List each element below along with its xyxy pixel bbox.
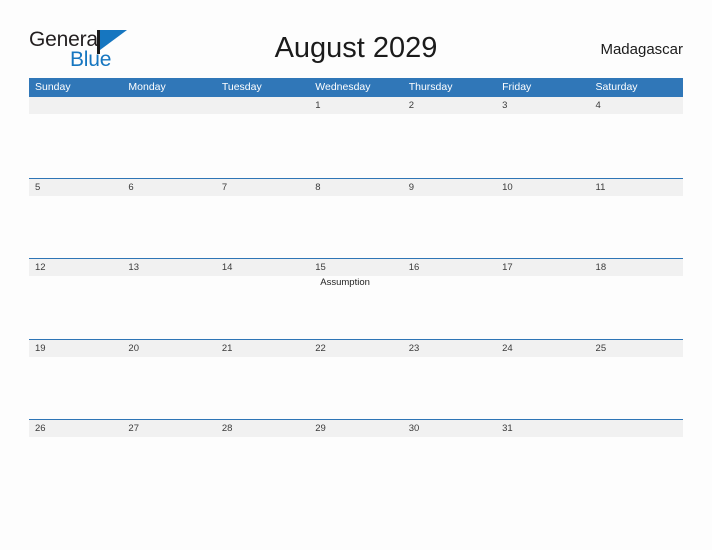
weekday-header-tuesday: Tuesday (221, 81, 262, 93)
calendar-week-row: 12 13 14 15 Assumption 16 17 18 (29, 258, 683, 339)
day-cell-empty (122, 97, 215, 178)
day-number: 7 (221, 181, 228, 193)
day-cell[interactable]: 5 (29, 179, 122, 259)
calendar-week-row: 5 6 7 8 9 10 11 (29, 177, 683, 259)
day-number: 11 (595, 181, 606, 193)
day-number: 21 (221, 342, 233, 354)
day-number: 3 (502, 100, 508, 111)
day-cell[interactable]: 3 (496, 97, 589, 178)
day-cell[interactable]: 10 (496, 179, 589, 259)
day-number: 19 (35, 342, 46, 354)
day-cell[interactable]: 14 (216, 259, 309, 339)
page-title: August 2029 (274, 32, 438, 64)
day-number (222, 97, 309, 114)
day-cell-group: 12 13 14 15 Assumption 16 17 18 (29, 259, 683, 339)
day-number: 12 (35, 262, 46, 273)
day-cell[interactable]: 4 (590, 97, 683, 178)
weekday-header-thursday: Thursday (408, 81, 453, 93)
calendar-week-row: 19 20 21 22 23 24 25 (29, 338, 683, 420)
holiday-label: Assumption (320, 277, 370, 288)
day-number: 16 (408, 262, 420, 273)
day-cell[interactable]: 27 (122, 420, 215, 500)
day-number: 10 (502, 181, 513, 193)
day-number: 14 (221, 262, 233, 273)
day-cell[interactable]: 21 (216, 340, 309, 420)
day-cell[interactable]: 29 (309, 420, 402, 500)
day-number: 5 (35, 181, 41, 193)
day-number: 30 (408, 423, 420, 434)
day-number: 20 (128, 342, 139, 354)
day-cell-group: 5 6 7 8 9 10 11 (29, 179, 683, 259)
day-number: 9 (408, 181, 414, 193)
day-cell[interactable]: 12 (29, 259, 122, 339)
weekday-header-saturday: Saturday (595, 81, 638, 93)
day-number: 8 (315, 181, 321, 193)
day-number (596, 420, 683, 437)
day-number: 26 (35, 423, 46, 434)
day-cell[interactable]: 15 Assumption (309, 259, 402, 339)
day-number: 4 (595, 100, 601, 111)
day-cell[interactable]: 24 (496, 340, 589, 420)
page-header: General Blue August 2029 Madagascar (29, 28, 683, 74)
day-cell-empty (29, 97, 122, 178)
day-number: 22 (315, 342, 326, 354)
day-number: 31 (502, 423, 513, 434)
day-cell-empty (590, 420, 683, 500)
day-cell[interactable]: 9 (403, 179, 496, 259)
day-cell[interactable]: 1 (309, 97, 402, 178)
day-cell[interactable]: 20 (122, 340, 215, 420)
calendar-grid: Sunday Monday Tuesday Wednesday Thursday Frid… (29, 78, 683, 500)
day-cell[interactable]: 22 (309, 340, 402, 420)
weekday-header-row: Sunday Monday Tuesday Wednesday Thursday Frid… (29, 78, 683, 97)
country-label: Madagascar (600, 41, 683, 58)
day-cell[interactable]: 30 (403, 420, 496, 500)
day-cell-group: 26 27 28 29 30 31 (29, 420, 683, 500)
day-cell[interactable]: 17 (496, 259, 589, 339)
day-number: 13 (128, 262, 139, 273)
day-cell[interactable]: 26 (29, 420, 122, 500)
calendar-page: General Blue August 2029 Madagascar Sund… (0, 0, 712, 550)
day-number: 24 (502, 342, 513, 354)
day-cell[interactable]: 11 (590, 179, 683, 259)
day-cell[interactable]: 13 (122, 259, 215, 339)
day-number: 2 (408, 100, 414, 111)
day-cell[interactable]: 8 (309, 179, 402, 259)
day-number (35, 97, 122, 114)
day-cell-empty (216, 97, 309, 178)
weekday-header-monday: Monday (128, 81, 166, 93)
calendar-week-row: 1 2 3 4 (29, 97, 683, 178)
day-number: 1 (315, 100, 321, 111)
day-cell[interactable]: 28 (216, 420, 309, 500)
day-cell-group: 1 2 3 4 (29, 97, 683, 178)
day-number: 17 (502, 262, 513, 273)
day-cell[interactable]: 16 (403, 259, 496, 339)
day-number: 25 (595, 342, 607, 354)
day-cell[interactable]: 7 (216, 179, 309, 259)
day-cell-group: 19 20 21 22 23 24 25 (29, 340, 683, 420)
day-cell[interactable]: 19 (29, 340, 122, 420)
day-number: 28 (221, 423, 233, 434)
day-cell[interactable]: 6 (122, 179, 215, 259)
day-number: 6 (128, 181, 134, 193)
day-number: 18 (595, 262, 607, 273)
day-cell[interactable]: 23 (403, 340, 496, 420)
day-number: 29 (315, 423, 326, 434)
day-events: Assumption (315, 276, 402, 289)
day-number: 15 (315, 262, 326, 273)
day-cell[interactable]: 31 (496, 420, 589, 500)
day-number: 27 (128, 423, 139, 434)
calendar-weeks: 1 2 3 4 5 6 7 8 9 10 11 12 13 14 15 Assumption 16 17 18 19 2… (29, 97, 683, 500)
weekday-header-wednesday: Wednesday (315, 81, 371, 93)
day-cell[interactable]: 18 (590, 259, 683, 339)
day-cell[interactable]: 2 (403, 97, 496, 178)
calendar-week-row: 26 27 28 29 30 31 (29, 419, 683, 500)
weekday-header-friday: Friday (502, 81, 532, 93)
weekday-header-sunday: Sunday (35, 81, 71, 93)
day-number (128, 97, 215, 114)
day-number: 23 (408, 342, 420, 354)
day-cell[interactable]: 25 (590, 340, 683, 420)
